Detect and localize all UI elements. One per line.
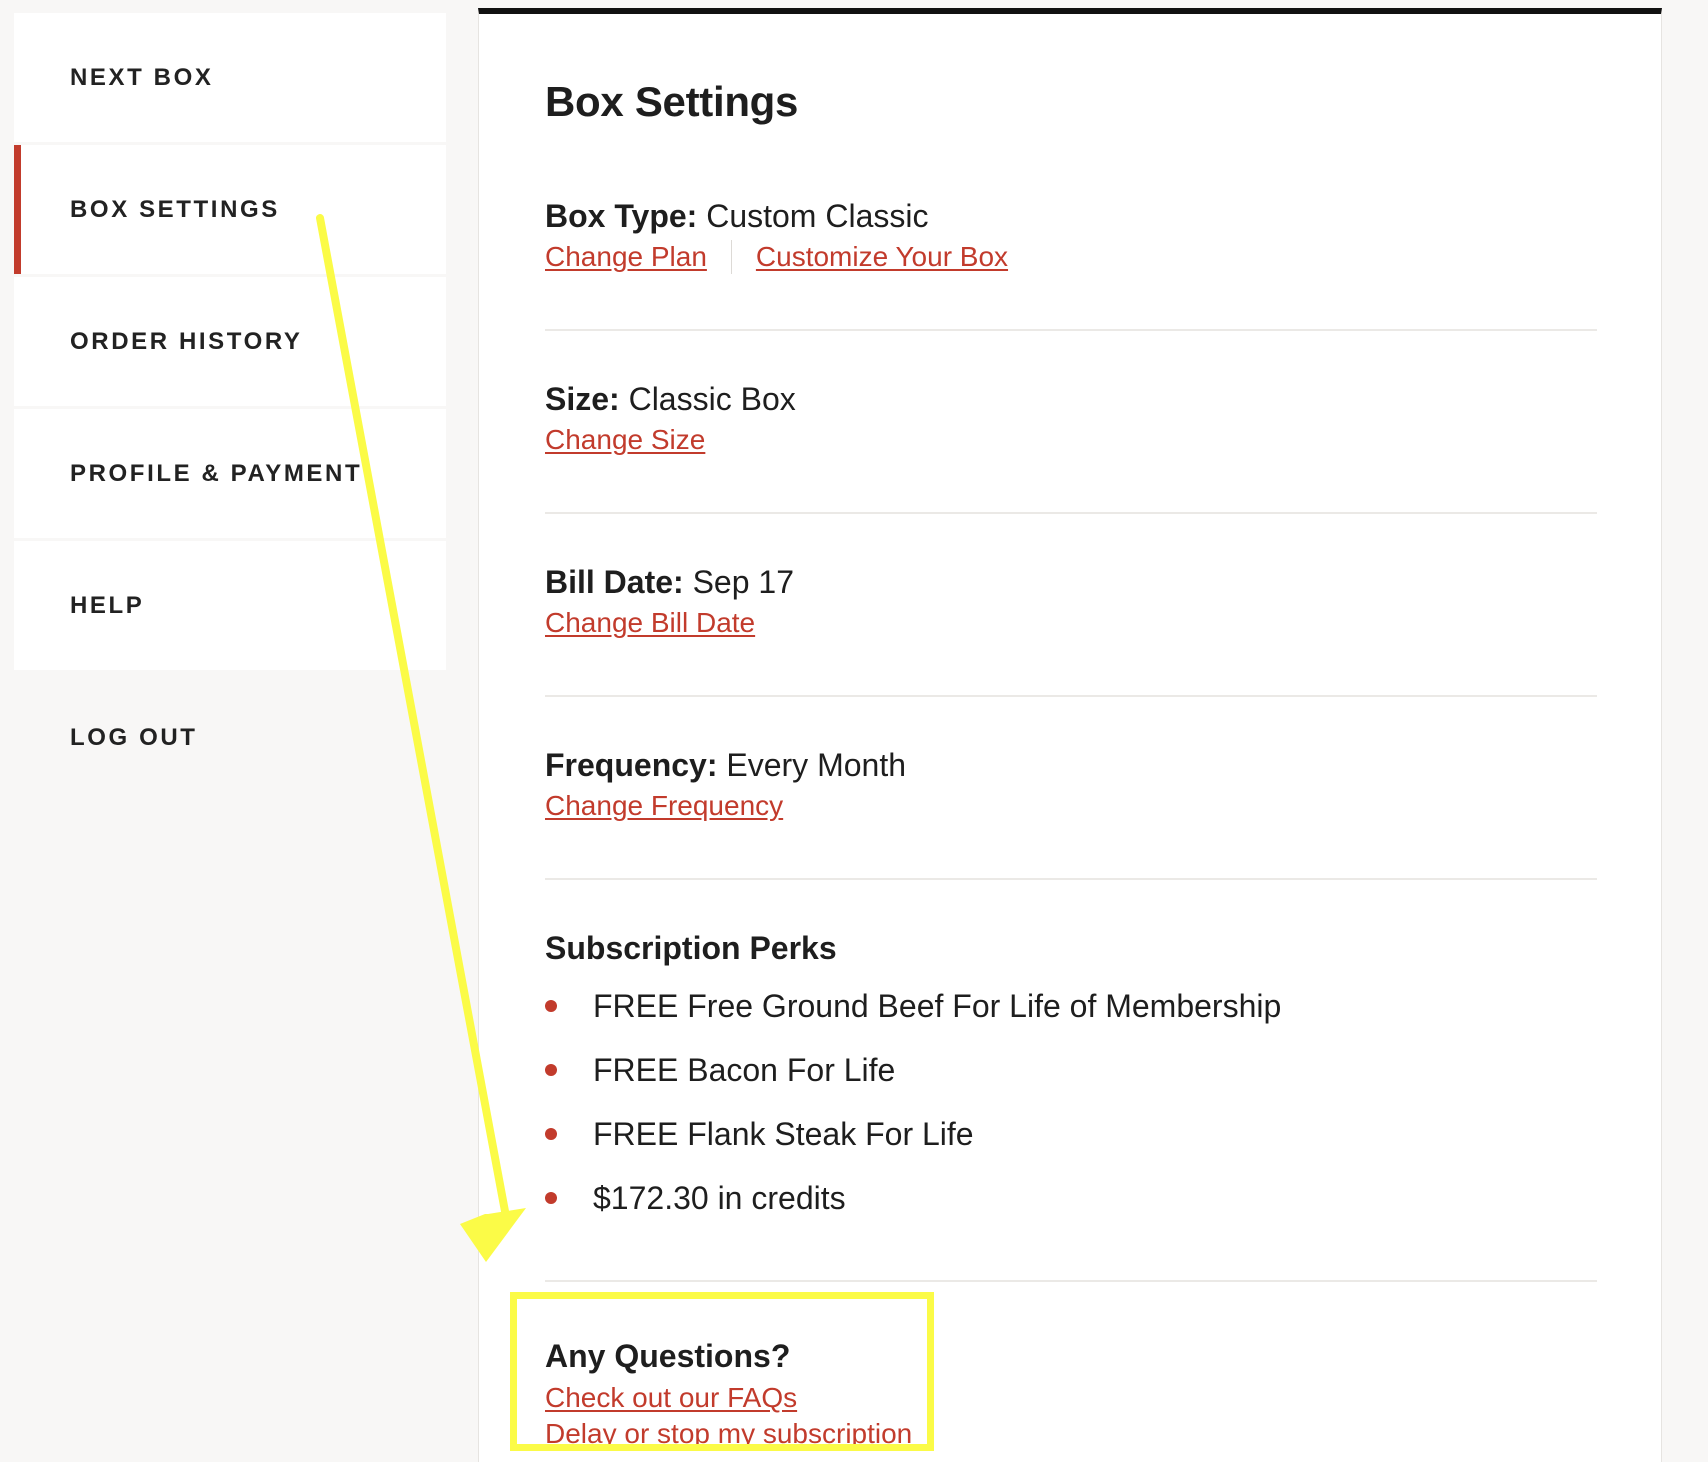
perks-section: Subscription Perks FREE Free Ground Beef… bbox=[545, 928, 1597, 1230]
sidebar-item-label: PROFILE & PAYMENT bbox=[70, 459, 363, 487]
box-type-row: Box Type: Custom Classic bbox=[545, 196, 1597, 236]
frequency-label: Frequency: bbox=[545, 747, 718, 783]
list-item: FREE Bacon For Life bbox=[545, 1038, 1597, 1102]
bullet-icon bbox=[545, 1128, 557, 1140]
bullet-icon bbox=[545, 1192, 557, 1204]
bill-date-value: Sep 17 bbox=[692, 564, 794, 600]
section-divider bbox=[545, 1280, 1597, 1282]
perk-list: FREE Free Ground Beef For Life of Member… bbox=[545, 974, 1597, 1230]
section-divider bbox=[545, 878, 1597, 880]
box-type-links: Change Plan Customize Your Box bbox=[545, 240, 1597, 274]
size-row: Size: Classic Box bbox=[545, 379, 1597, 419]
perk-text: FREE Bacon For Life bbox=[593, 1052, 896, 1088]
frequency-section: Frequency: Every Month Change Frequency bbox=[545, 745, 1597, 823]
perks-title: Subscription Perks bbox=[545, 930, 837, 966]
sidebar-item-profile-payment[interactable]: PROFILE & PAYMENT bbox=[14, 409, 446, 538]
sidebar-item-label: HELP bbox=[70, 591, 145, 619]
size-links: Change Size bbox=[545, 423, 1597, 457]
change-bill-date-link[interactable]: Change Bill Date bbox=[545, 606, 755, 640]
list-item: FREE Flank Steak For Life bbox=[545, 1102, 1597, 1166]
change-frequency-link[interactable]: Change Frequency bbox=[545, 789, 783, 823]
size-value: Classic Box bbox=[628, 381, 796, 417]
change-plan-link[interactable]: Change Plan bbox=[545, 240, 707, 274]
frequency-links: Change Frequency bbox=[545, 789, 1597, 823]
sidebar-item-label: LOG OUT bbox=[70, 723, 198, 751]
size-section: Size: Classic Box Change Size bbox=[545, 379, 1597, 457]
sidebar-item-box-settings[interactable]: BOX SETTINGS bbox=[14, 145, 446, 274]
size-label: Size: bbox=[545, 381, 620, 417]
sidebar-item-help[interactable]: HELP bbox=[14, 541, 446, 670]
list-item: FREE Free Ground Beef For Life of Member… bbox=[545, 974, 1597, 1038]
box-type-value: Custom Classic bbox=[706, 198, 929, 234]
questions-title: Any Questions? bbox=[545, 1338, 791, 1374]
box-settings-panel: Box Settings Box Type: Custom Classic Ch… bbox=[478, 8, 1662, 1462]
bill-date-label: Bill Date: bbox=[545, 564, 684, 600]
perk-text: $172.30 in credits bbox=[593, 1180, 846, 1216]
sidebar-item-log-out[interactable]: LOG OUT bbox=[14, 673, 446, 802]
perk-text: FREE Free Ground Beef For Life of Member… bbox=[593, 988, 1282, 1024]
frequency-row: Frequency: Every Month bbox=[545, 745, 1597, 785]
section-divider bbox=[545, 329, 1597, 331]
box-type-label: Box Type: bbox=[545, 198, 698, 234]
account-sidebar: NEXT BOX BOX SETTINGS ORDER HISTORY PROF… bbox=[14, 13, 446, 805]
page: NEXT BOX BOX SETTINGS ORDER HISTORY PROF… bbox=[0, 0, 1708, 1462]
questions-links: Check out our FAQs Delay or stop my subs… bbox=[545, 1380, 1597, 1452]
section-divider bbox=[545, 695, 1597, 697]
bullet-icon bbox=[545, 1064, 557, 1076]
frequency-value: Every Month bbox=[726, 747, 906, 783]
sidebar-item-label: ORDER HISTORY bbox=[70, 327, 303, 355]
customize-box-link[interactable]: Customize Your Box bbox=[756, 240, 1008, 274]
sidebar-item-next-box[interactable]: NEXT BOX bbox=[14, 13, 446, 142]
questions-section: Any Questions? Check out our FAQs Delay … bbox=[545, 1336, 1597, 1452]
bill-date-links: Change Bill Date bbox=[545, 606, 1597, 640]
perk-text: FREE Flank Steak For Life bbox=[593, 1116, 974, 1152]
sidebar-item-order-history[interactable]: ORDER HISTORY bbox=[14, 277, 446, 406]
box-type-section: Box Type: Custom Classic Change Plan Cus… bbox=[545, 196, 1597, 274]
bill-date-section: Bill Date: Sep 17 Change Bill Date bbox=[545, 562, 1597, 640]
bullet-icon bbox=[545, 1000, 557, 1012]
sidebar-item-label: NEXT BOX bbox=[70, 63, 214, 91]
section-divider bbox=[545, 512, 1597, 514]
sidebar-item-label: BOX SETTINGS bbox=[70, 195, 280, 223]
list-item: $172.30 in credits bbox=[545, 1166, 1597, 1230]
delay-stop-subscription-link[interactable]: Delay or stop my subscription bbox=[545, 1416, 1597, 1452]
page-title: Box Settings bbox=[545, 78, 799, 125]
faqs-link[interactable]: Check out our FAQs bbox=[545, 1380, 1597, 1416]
change-size-link[interactable]: Change Size bbox=[545, 423, 705, 457]
bill-date-row: Bill Date: Sep 17 bbox=[545, 562, 1597, 602]
link-divider bbox=[730, 240, 732, 274]
